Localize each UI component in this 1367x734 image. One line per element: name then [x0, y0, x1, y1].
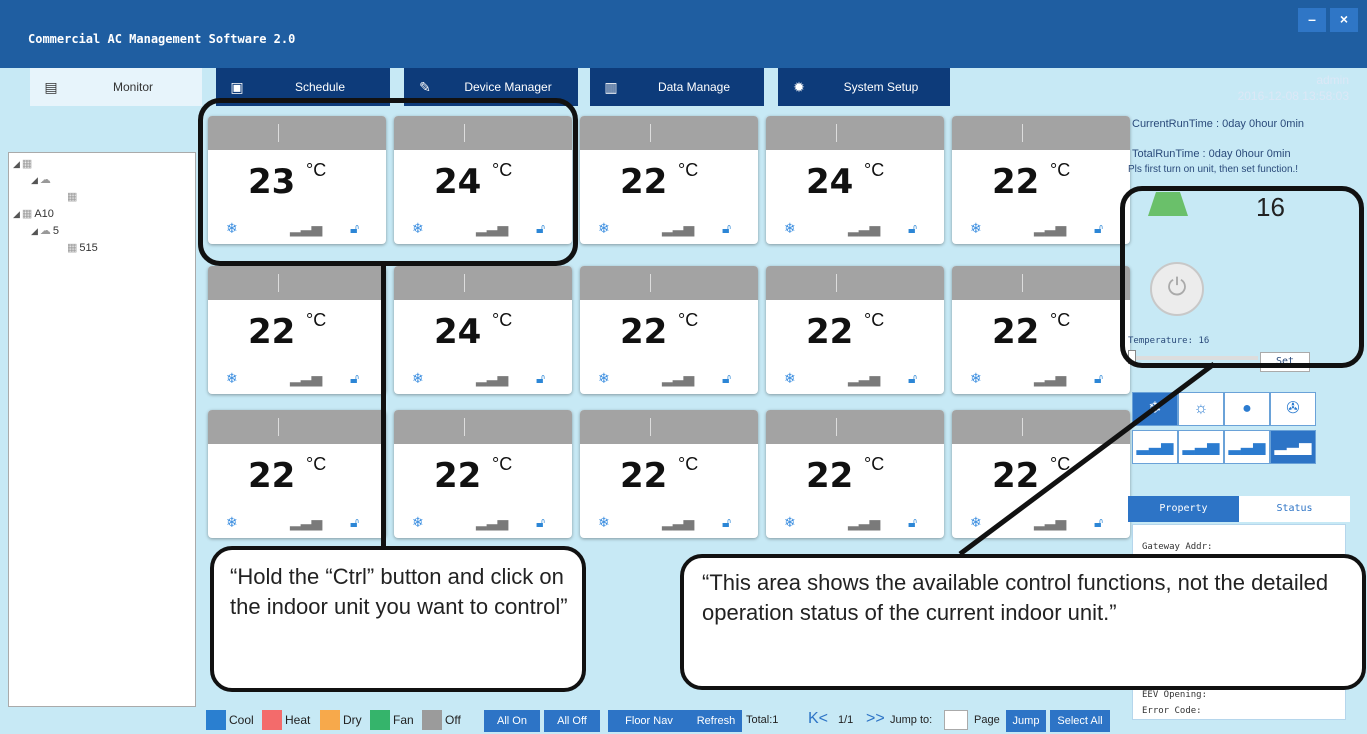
app-window: Commercial AC Management Software 2.0 – …	[0, 0, 1367, 734]
callout-right: “This area shows the available control f…	[680, 554, 1366, 690]
callout-left: “Hold the “Ctrl” button and click on the…	[210, 546, 586, 692]
